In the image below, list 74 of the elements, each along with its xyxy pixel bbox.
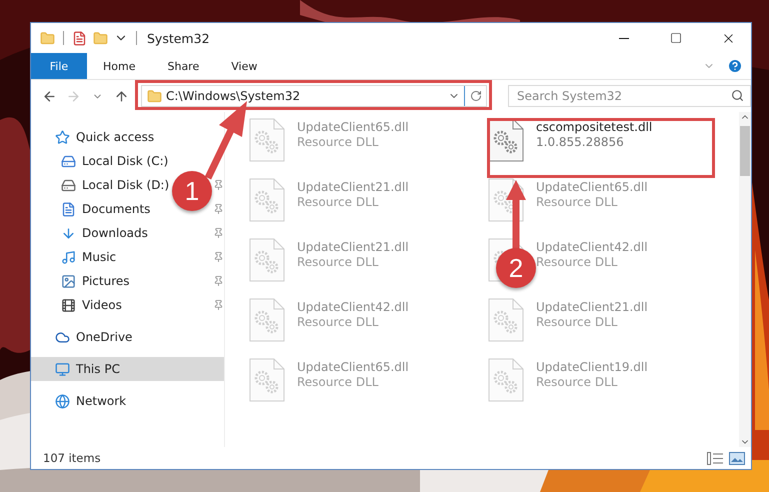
file-detail: Resource DLL <box>536 255 618 269</box>
file-detail: Resource DLL <box>297 315 380 329</box>
help-icon[interactable] <box>727 58 743 74</box>
file-name: UpdateClient42.dll <box>536 240 648 254</box>
image-icon <box>61 274 76 288</box>
star-icon <box>55 130 70 144</box>
refresh-icon <box>470 90 482 102</box>
ribbon-tab[interactable]: File <box>31 53 87 79</box>
pin-icon <box>213 179 224 191</box>
drive-icon <box>61 178 76 192</box>
dll-file-icon <box>249 238 285 282</box>
dll-file-icon <box>488 118 524 162</box>
scroll-thumb[interactable] <box>740 126 750 176</box>
file-detail: Resource DLL <box>297 255 380 269</box>
details-view-icon[interactable] <box>707 452 723 464</box>
sidebar-item[interactable]: Pictures <box>31 269 224 293</box>
sidebar-item[interactable]: This PC <box>31 357 224 381</box>
music-note-icon <box>61 250 76 264</box>
scrollbar[interactable] <box>739 112 751 447</box>
dll-file-icon <box>488 298 524 342</box>
address-text-field[interactable]: C:\Windows\System32 <box>162 89 448 103</box>
file-name: UpdateClient65.dll <box>297 120 409 134</box>
file-detail: Resource DLL <box>297 375 380 389</box>
file-name: UpdateClient65.dll <box>297 360 409 374</box>
file-name: UpdateClient65.dll <box>536 180 648 194</box>
pin-icon <box>213 227 224 239</box>
back-icon <box>42 88 56 104</box>
file-name: UpdateClient19.dll <box>536 360 648 374</box>
file-name: UpdateClient21.dll <box>297 180 409 194</box>
ribbon-tab[interactable]: Share <box>151 53 216 79</box>
globe-icon <box>55 394 70 408</box>
film-icon <box>61 298 76 312</box>
file-detail: 1.0.855.28856 <box>536 135 625 149</box>
drive-icon <box>61 154 76 168</box>
ribbon-tab[interactable]: Home <box>87 53 152 79</box>
pin-icon <box>213 251 224 263</box>
search-icon <box>731 89 744 102</box>
monitor-icon <box>55 362 70 376</box>
search-field[interactable]: Search System32 <box>508 85 751 107</box>
file-detail: Resource DLL <box>297 195 380 209</box>
tiles-view-icon[interactable] <box>729 452 745 464</box>
pin-icon <box>213 203 224 215</box>
sidebar-item[interactable]: Downloads <box>31 221 224 245</box>
pin-icon <box>213 275 224 287</box>
properties-icon[interactable] <box>72 30 87 46</box>
sidebar-item[interactable]: Network <box>31 389 224 413</box>
dll-file-icon <box>249 118 285 162</box>
folder-icon <box>147 88 162 104</box>
sidebar-item[interactable]: Videos <box>31 293 224 317</box>
maximize-icon <box>670 32 682 44</box>
down-arrow-icon <box>61 226 76 240</box>
dll-file-icon <box>488 358 524 402</box>
dll-file-icon <box>249 358 285 402</box>
pin-icon <box>213 299 224 311</box>
file-detail: Resource DLL <box>536 195 618 209</box>
forward-icon <box>66 88 80 104</box>
cloud-icon <box>55 330 70 344</box>
file-detail: Resource DLL <box>536 315 618 329</box>
file-detail: Resource DLL <box>297 135 380 149</box>
window-title: System32 <box>147 30 211 46</box>
file-name: UpdateClient42.dll <box>297 300 409 314</box>
sidebar-item[interactable]: Local Disk (C:) <box>31 149 224 173</box>
file-name: cscompositetest.dll <box>536 120 652 134</box>
dll-file-icon <box>249 298 285 342</box>
sidebar-item[interactable]: Music <box>31 245 224 269</box>
document-icon <box>61 202 76 216</box>
sidebar-item[interactable]: OneDrive <box>31 325 224 349</box>
dll-file-icon <box>249 178 285 222</box>
file-detail: Resource DLL <box>536 375 618 389</box>
item-count: 107 items <box>43 451 102 465</box>
ribbon-tab[interactable]: View <box>215 53 274 79</box>
file-name: UpdateClient21.dll <box>297 240 409 254</box>
sidebar-item[interactable]: Quick access <box>31 125 224 149</box>
file-name: UpdateClient21.dll <box>536 300 648 314</box>
